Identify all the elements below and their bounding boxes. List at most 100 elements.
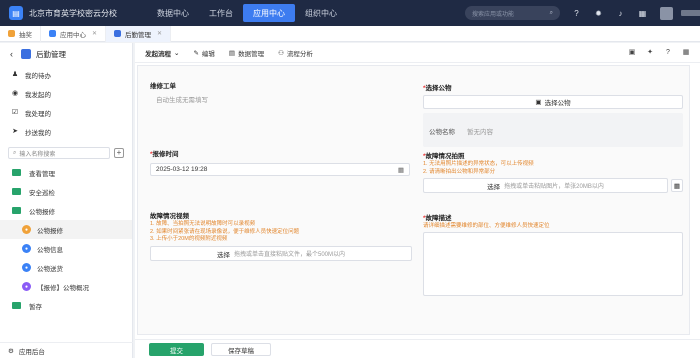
sidebar-item-initiated[interactable]: ◉ 我发起的 [0, 84, 132, 103]
goods-name-value: 暂无内容 [467, 129, 493, 136]
back-icon[interactable]: ‹ [10, 49, 13, 59]
sidebar-item-todo[interactable]: ♟ 我的待办 [0, 65, 132, 84]
lottery-icon [8, 30, 15, 37]
toolbar-right-icons: ▣ ✦ ? ▦ [618, 49, 690, 57]
photo-hints: 1. 无法用照片描述的异常状态，可以上传视频 2. 请清晰拍出公物和异常部分 [423, 161, 534, 176]
tab-lottery[interactable]: 抽奖 [0, 25, 41, 42]
tb-label: 发起流程 [145, 50, 171, 58]
folder-safety-inspection[interactable]: 安全巡检 [0, 182, 132, 201]
video-hints: 1. 故障、当拍照无法说明故障时可以录视频 2. 如果时间紧张请在现场录像说，便… [150, 221, 299, 244]
save-draft-button[interactable]: 保存草稿 [211, 343, 271, 356]
hint-line: 2. 请清晰拍出公物和异常部分 [423, 168, 496, 175]
hint-line: 1. 无法用照片描述的异常状态，可以上传视频 [423, 161, 534, 167]
report-time-label-text: 报修时间 [152, 151, 179, 158]
close-icon[interactable]: ✕ [157, 30, 162, 37]
photo-label-text: 故障情况拍照 [425, 153, 465, 160]
close-icon[interactable]: ✕ [92, 30, 97, 37]
submit-button[interactable]: 提交 [149, 343, 204, 356]
sidebar-item-label: 【报修】公物概况 [37, 284, 89, 292]
goods-name-label: 公物名称 [429, 129, 455, 136]
folder-draft[interactable]: 暂存 [0, 296, 132, 315]
settings-icon[interactable]: ✹ [594, 9, 603, 18]
user-name-redacted[interactable] [681, 10, 700, 16]
circle-arrow-icon: ◉ [11, 89, 19, 97]
report-time-field[interactable]: 2025-03-12 19:28 ▦ [150, 163, 410, 176]
tab-app-center[interactable]: 应用中心 ✕ [41, 25, 107, 42]
app-center-icon [49, 30, 56, 37]
sidebar-item-processed[interactable]: ☑ 我处理的 [0, 103, 132, 122]
repair-icon: ● [22, 225, 31, 234]
school-logo-icon[interactable]: ▤ [9, 6, 23, 20]
bell-icon[interactable]: ♪ [616, 9, 625, 18]
hint-line: 1. 故障、当拍照无法说明故障时可以录视频 [150, 221, 256, 227]
toolbar: 发起流程 ⌄ ✎ 编辑 ▤ 数据管理 ⚇ 流程分析 ▣ ✦ ? ▦ [135, 43, 700, 63]
folder-icon [12, 169, 21, 176]
sidebar: ‹ 后勤管理 ♟ 我的待办 ◉ 我发起的 ☑ 我处理的 ➤ 抄送我的 ⌕ 输入名… [0, 43, 133, 358]
top-navbar: ▤ 北京市育英学校密云分校 数据中心 工作台 应用中心 组织中心 搜索应用或功能… [0, 0, 700, 26]
form-footer: 提交 保存草稿 [135, 339, 700, 358]
nav-org-center[interactable]: 组织中心 [295, 0, 347, 26]
sidebar-search: ⌕ 输入名称搜索 + [8, 147, 124, 159]
report-time-label: *报修时间 [150, 148, 179, 158]
search-icon: ⌕ [549, 9, 553, 16]
select-goods-button[interactable]: ▣ 选择公物 [423, 95, 683, 109]
nav-app-center[interactable]: 应用中心 [243, 4, 295, 22]
nav-workbench[interactable]: 工作台 [199, 0, 243, 26]
pin-icon[interactable]: ✦ [646, 49, 654, 57]
sidebar-item-repair[interactable]: ● 公物报修 [0, 220, 132, 239]
edit-icon: ✎ [193, 49, 199, 57]
nav-data-center[interactable]: 数据中心 [147, 0, 199, 26]
repair-no-field: 自动生成无需填写 [156, 97, 208, 104]
tb-label: 流程分析 [286, 50, 313, 58]
photo-label: *故障情况拍照 [423, 150, 465, 160]
goods-label-text: 选择公物 [425, 85, 452, 92]
user-icon: ♟ [11, 70, 19, 78]
add-button[interactable]: + [114, 148, 124, 158]
select-goods-label: 选择公物 [544, 100, 571, 107]
avatar[interactable] [660, 6, 673, 20]
sidebar-item-label: 我发起的 [25, 91, 51, 99]
school-name: 北京市育英学校密云分校 [29, 8, 117, 18]
sidebar-item-goods-delivery[interactable]: ● 公物送货 [0, 258, 132, 277]
desc-textarea[interactable] [423, 232, 683, 296]
upload-select: 选择 [216, 251, 230, 259]
help-icon[interactable]: ? [664, 49, 672, 57]
upload-text: 拖拽或单击粘贴图片，单张20MB以内 [504, 184, 604, 190]
edit-button[interactable]: ✎ 编辑 [193, 48, 214, 58]
tab-logistics[interactable]: 后勤管理 ✕ [106, 25, 172, 42]
tb-label: 数据管理 [238, 50, 265, 58]
folder-repair[interactable]: 公物报修 [0, 201, 132, 220]
sidebar-header: ‹ 后勤管理 [0, 43, 132, 65]
app-icon[interactable]: ▣ [628, 49, 636, 57]
folder-open-icon [12, 207, 21, 214]
search-icon: ⌕ [13, 149, 17, 156]
qr-code-button[interactable]: ▦ [671, 179, 683, 192]
folder-label: 安全巡检 [29, 189, 55, 197]
folder-label: 暂存 [29, 303, 42, 311]
settings-icon: ⚙ [8, 347, 14, 355]
sidebar-item-cc[interactable]: ➤ 抄送我的 [0, 122, 132, 141]
help-icon[interactable]: ? [572, 9, 581, 18]
analysis-icon: ⚇ [278, 49, 284, 57]
tb-label: 编辑 [201, 50, 215, 58]
grid-icon[interactable]: ▦ [682, 49, 690, 57]
process-analysis-button[interactable]: ⚇ 流程分析 [278, 48, 313, 58]
sidebar-item-goods-info[interactable]: ● 公物信息 [0, 239, 132, 258]
sidebar-item-repair-overview[interactable]: ● 【报修】公物概况 [0, 277, 132, 296]
calendar-icon: ▦ [397, 166, 404, 174]
global-search-input[interactable]: 搜索应用或功能 ⌕ [465, 6, 560, 20]
hint-line: 2. 如果时间紧张请在现场录像说，便于维修人员快速定位问题 [150, 228, 300, 235]
video-upload[interactable]: 选择 拖拽或单击直接粘贴文件，最个500M以内 [150, 246, 412, 261]
photo-upload[interactable]: 选择 拖拽或单击粘贴图片，单张20MB以内 [423, 178, 668, 193]
data-manage-button[interactable]: ▤ 数据管理 [229, 48, 264, 58]
tab-label: 后勤管理 [125, 31, 152, 39]
sidebar-search-input[interactable]: ⌕ 输入名称搜索 [8, 147, 110, 159]
folder-check-manage[interactable]: 查看管理 [0, 163, 132, 182]
grid-icon[interactable]: ▦ [638, 9, 647, 18]
delivery-icon: ● [22, 263, 31, 272]
table-icon: ▤ [228, 49, 236, 57]
start-process-button[interactable]: 发起流程 ⌄ [145, 48, 179, 58]
app-backend-link[interactable]: ⚙ 应用后台 [0, 342, 133, 358]
sidebar-item-label: 我的待办 [25, 72, 51, 80]
sidebar-item-label: 公物送货 [37, 265, 63, 273]
